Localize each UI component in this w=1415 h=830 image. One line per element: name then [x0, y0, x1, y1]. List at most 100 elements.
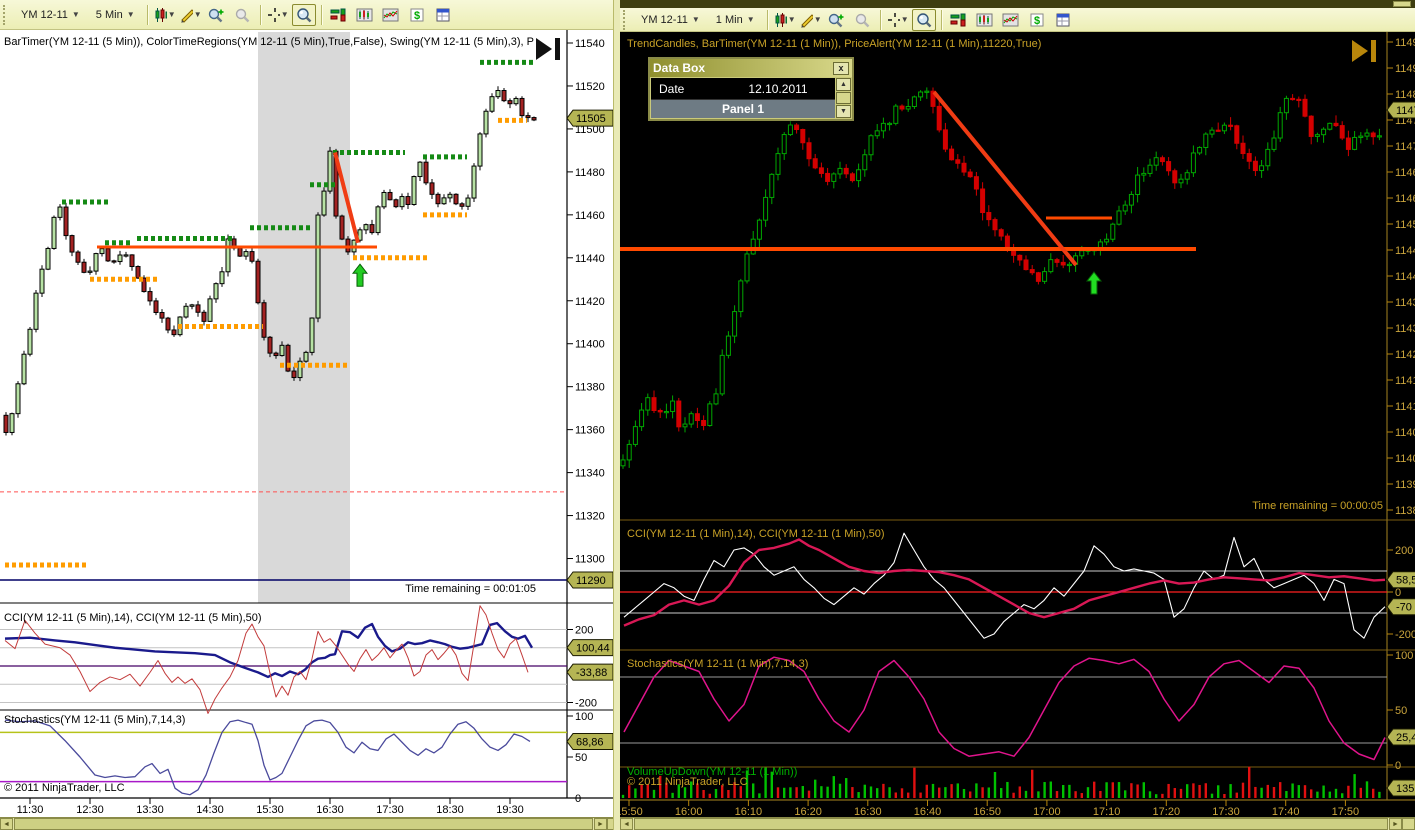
svg-text:50: 50: [1395, 705, 1407, 717]
scroll-thumb[interactable]: [836, 92, 851, 104]
svg-text:11340: 11340: [575, 468, 605, 480]
price-chart-canvas-1min[interactable]: 11496 11490 11484 11478 11472 11466 11460 11454…: [620, 32, 1415, 817]
svg-text:11442: 11442: [1395, 271, 1415, 283]
svg-text:-200: -200: [575, 698, 597, 710]
svg-text:11490: 11490: [1395, 63, 1415, 75]
properties-button[interactable]: [431, 4, 455, 26]
toolbar-right: YM 12-11 ▼ 1 Min ▼ ▼ ▼ ▼ $: [620, 8, 1415, 32]
svg-text:11418: 11418: [1395, 375, 1415, 387]
properties-button[interactable]: [1051, 9, 1075, 31]
toolbar-separator: [146, 4, 148, 25]
svg-text:15:50: 15:50: [620, 806, 643, 817]
svg-text:11472: 11472: [1395, 141, 1415, 153]
svg-text:11448: 11448: [1395, 245, 1415, 257]
svg-text:11520: 11520: [575, 81, 605, 93]
svg-text:16:30: 16:30: [316, 804, 344, 816]
go-to-end-icon[interactable]: [536, 38, 562, 65]
draw-tool-button[interactable]: ▼: [179, 4, 203, 26]
close-icon[interactable]: x: [833, 61, 849, 75]
svg-text:19:30: 19:30: [496, 804, 524, 816]
svg-text:$: $: [1034, 15, 1040, 27]
data-box-row: Date 12.10.2011: [651, 78, 835, 100]
svg-text:11478: 11478: [1396, 105, 1415, 117]
svg-text:$: $: [414, 10, 420, 22]
svg-text:17:20: 17:20: [1153, 806, 1181, 817]
scroll-right-button[interactable]: ►: [594, 818, 607, 830]
data-box-button[interactable]: [291, 3, 316, 26]
svg-text:200: 200: [1395, 545, 1413, 557]
scroll-left-button[interactable]: ◄: [0, 818, 13, 830]
chart-style-button[interactable]: ▼: [153, 4, 177, 26]
chart-window-1min: YM 12-11 ▼ 1 Min ▼ ▼▼▼$ 1149611490114841…: [620, 0, 1415, 830]
window-button[interactable]: [1393, 1, 1411, 7]
order-entry-button[interactable]: [327, 4, 351, 26]
scroll-down-icon[interactable]: ▼: [836, 105, 851, 118]
crosshair-button[interactable]: ▼: [886, 9, 910, 31]
svg-text:11424: 11424: [1395, 349, 1415, 361]
zoom-in-button[interactable]: [825, 9, 849, 31]
svg-text:11290: 11290: [576, 575, 606, 587]
svg-text:11540: 11540: [575, 38, 605, 50]
svg-text:11460: 11460: [1395, 193, 1415, 205]
zoom-in-button[interactable]: [205, 4, 229, 26]
zoom-out-button[interactable]: [231, 4, 255, 26]
svg-text:0: 0: [1395, 587, 1401, 599]
svg-text:13:30: 13:30: [136, 804, 164, 816]
svg-text:100: 100: [1395, 650, 1413, 662]
instrument-selector[interactable]: YM 12-11 ▼: [14, 6, 87, 24]
crosshair-button[interactable]: ▼: [266, 4, 290, 26]
svg-text:11:30: 11:30: [17, 804, 44, 816]
data-box-body: Date 12.10.2011 Panel 1 ▲ ▼: [650, 77, 852, 119]
svg-text:12:30: 12:30: [76, 804, 104, 816]
svg-text:11388: 11388: [1395, 505, 1415, 517]
toolbar-separator: [940, 9, 942, 30]
zoom-out-button[interactable]: [851, 9, 875, 31]
chevron-down-icon: ▼: [126, 10, 135, 19]
scroll-right-button[interactable]: ►: [1389, 818, 1402, 830]
toolbar-grip[interactable]: [623, 9, 629, 30]
go-to-end-icon[interactable]: [1352, 40, 1378, 67]
svg-text:0: 0: [1395, 760, 1401, 772]
interval-selector[interactable]: 1 Min ▼: [709, 11, 762, 29]
chart-style-button[interactable]: ▼: [773, 9, 797, 31]
account-button[interactable]: $: [405, 4, 429, 26]
svg-text:11454: 11454: [1395, 219, 1415, 231]
toolbar-icons: ▼ ▼ ▼ $: [773, 8, 1075, 31]
chart-window-button[interactable]: [973, 9, 997, 31]
scroll-resize-button[interactable]: [1402, 818, 1415, 830]
account-button[interactable]: $: [1025, 9, 1049, 31]
order-entry-button[interactable]: [947, 9, 971, 31]
svg-text:100: 100: [575, 711, 593, 723]
svg-text:16:30: 16:30: [854, 806, 882, 817]
instrument-selector[interactable]: YM 12-11 ▼: [634, 11, 707, 29]
line-chart-button[interactable]: [379, 4, 403, 26]
svg-text:17:40: 17:40: [1272, 806, 1300, 817]
svg-text:14:30: 14:30: [196, 804, 224, 816]
horizontal-scrollbar[interactable]: ◄ ►: [0, 817, 620, 830]
line-chart-button[interactable]: [999, 9, 1023, 31]
chevron-down-icon: ▼: [787, 15, 796, 24]
toolbar-grip[interactable]: [3, 4, 9, 25]
interval-label: 5 Min: [95, 8, 123, 21]
toolbar-icons: ▼ ▼ ▼ $: [153, 3, 455, 26]
scroll-thumb[interactable]: [634, 818, 1388, 830]
interval-selector[interactable]: 5 Min ▼: [89, 6, 142, 24]
svg-text:11406: 11406: [1395, 427, 1415, 439]
price-chart-canvas-5min[interactable]: 1154011520115001148011460114401142011400…: [0, 30, 613, 817]
scroll-up-icon[interactable]: ▲: [836, 78, 851, 91]
data-box[interactable]: Data Box x Date 12.10.2011 Panel 1 ▲ ▼: [648, 57, 854, 121]
svg-text:58,5: 58,5: [1396, 575, 1415, 587]
svg-text:11436: 11436: [1395, 297, 1415, 309]
data-box-scrollbar[interactable]: ▲ ▼: [836, 78, 851, 118]
data-box-titlebar[interactable]: Data Box x: [650, 59, 852, 77]
scroll-left-button[interactable]: ◄: [620, 818, 633, 830]
draw-tool-button[interactable]: ▼: [799, 9, 823, 31]
chart-window-button[interactable]: [353, 4, 377, 26]
svg-text:17:00: 17:00: [1033, 806, 1061, 817]
horizontal-scrollbar[interactable]: ◄ ►: [620, 817, 1415, 830]
data-box-button[interactable]: [911, 8, 936, 31]
scroll-thumb[interactable]: [14, 818, 593, 830]
svg-text:135: 135: [1396, 783, 1414, 795]
instrument-label: YM 12-11: [21, 8, 68, 21]
svg-text:17:30: 17:30: [376, 804, 404, 816]
